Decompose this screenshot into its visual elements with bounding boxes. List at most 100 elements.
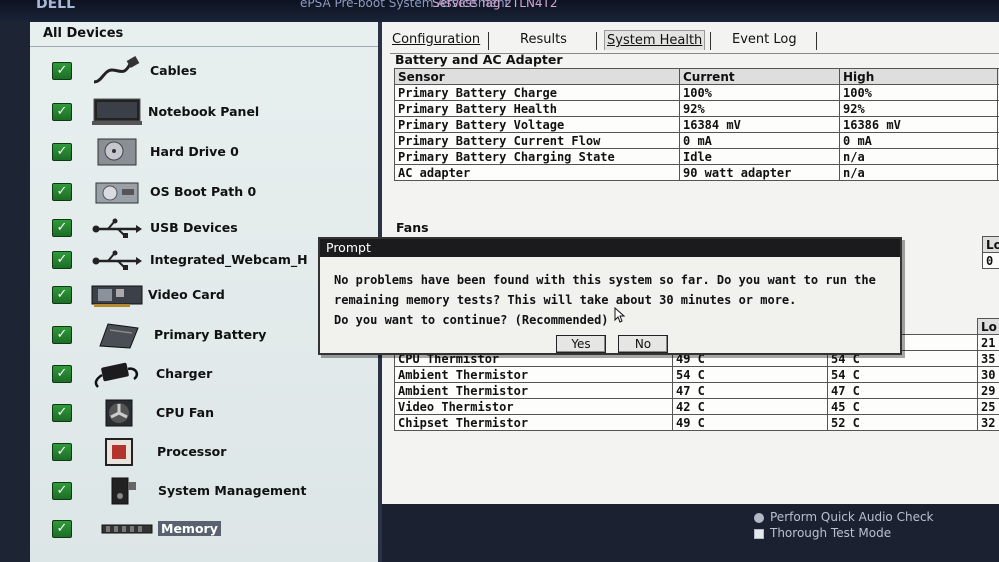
mouse-cursor-icon: [614, 307, 626, 323]
all-devices-heading[interactable]: All Devices: [43, 26, 123, 41]
column-header: Current: [679, 68, 840, 85]
table-cell: 45 C: [827, 398, 978, 415]
device-label: USB Devices: [150, 220, 238, 235]
divider: [30, 46, 378, 47]
device-item-os-boot-path[interactable]: ✓ OS Boot Path 0: [30, 175, 375, 211]
table-cell: 100%: [679, 84, 840, 101]
device-label: Charger: [156, 366, 213, 381]
fan-icon: [105, 399, 133, 427]
processor-icon: [105, 438, 133, 466]
column-header: Lo: [977, 318, 999, 335]
table-cell: 21: [977, 334, 999, 351]
device-item-cpu-fan[interactable]: ✓ CPU Fan: [30, 396, 375, 432]
table-cell: n/a: [839, 148, 998, 165]
device-label: Primary Battery: [154, 327, 267, 342]
table-cell: n/a: [839, 164, 998, 181]
video-card-icon: [91, 285, 143, 307]
device-label: Memory: [158, 521, 221, 536]
check-icon: ✓: [52, 143, 72, 161]
check-icon: ✓: [52, 62, 72, 80]
device-item-notebook-panel[interactable]: ✓ Notebook Panel: [30, 95, 375, 131]
table-row: Ambient Thermistor 54 C 54 C 30: [394, 366, 999, 383]
prompt-message-line-2: remaining memory tests? This will take a…: [334, 293, 797, 307]
table-cell: Primary Battery Current Flow: [394, 132, 680, 149]
table-cell: 42 C: [672, 398, 828, 415]
usb-icon: [92, 218, 142, 238]
tab-separator: [710, 32, 711, 50]
battery-section-title: Battery and AC Adapter: [395, 52, 563, 67]
cable-icon: [93, 56, 140, 84]
battery-icon: [99, 323, 139, 349]
table-cell: 54 C: [672, 366, 828, 383]
tab-configuration[interactable]: Configuration: [390, 30, 482, 50]
fans-table: Lo 0: [982, 236, 999, 269]
table-cell: Idle: [679, 148, 840, 165]
column-header: High: [839, 68, 998, 85]
table-cell: 25: [977, 398, 999, 415]
check-icon: ✓: [52, 520, 72, 538]
device-label: Video Card: [148, 287, 225, 302]
table-row: 0: [982, 252, 999, 269]
service-tag: Service Tag 2TLN4T2: [432, 0, 558, 10]
device-label: Integrated_Webcam_H: [150, 252, 308, 267]
table-row: Video Thermistor 42 C 45 C 25: [394, 398, 999, 415]
table-cell: 47 C: [827, 382, 978, 399]
table-cell: 0 mA: [839, 132, 998, 149]
device-item-charger[interactable]: ✓ Charger: [30, 357, 375, 393]
tab-separator: [596, 32, 597, 50]
prompt-dialog: Prompt No problems have been found with …: [318, 237, 902, 355]
thorough-mode-label: Thorough Test Mode: [770, 526, 892, 540]
hard-drive-icon: [97, 138, 137, 166]
column-header: Sensor: [394, 68, 680, 85]
table-cell: 47 C: [672, 382, 828, 399]
table-cell: Primary Battery Charging State: [394, 148, 680, 165]
table-cell: 32: [977, 414, 999, 431]
tab-event-log[interactable]: Event Log: [730, 30, 799, 50]
table-cell: Primary Battery Voltage: [394, 116, 680, 133]
device-label: Cables: [150, 63, 197, 78]
table-cell: AC adapter: [394, 164, 680, 181]
title-bar: DELL ePSA Pre-boot System Assessment Ser…: [0, 0, 999, 22]
quick-audio-option[interactable]: Perform Quick Audio Check: [754, 510, 934, 524]
table-cell: 0: [982, 252, 999, 269]
table-cell: 92%: [679, 100, 840, 117]
check-icon: ✓: [52, 365, 72, 383]
device-item-cables[interactable]: ✓ Cables: [30, 54, 375, 90]
check-icon: ✓: [52, 443, 72, 461]
no-button[interactable]: No: [618, 335, 668, 353]
table-header-row: Sensor Current High L: [394, 68, 999, 85]
device-label: Processor: [157, 444, 227, 459]
table-row: Primary Battery Charge 100% 100% 9: [394, 84, 999, 101]
table-cell: Ambient Thermistor: [394, 366, 673, 383]
checkbox-icon[interactable]: [754, 528, 764, 539]
check-icon: ✓: [52, 219, 72, 237]
disk-drive-icon: [95, 182, 139, 204]
device-label: Notebook Panel: [148, 104, 260, 119]
table-row: Primary Battery Charging State Idle n/a …: [394, 148, 999, 165]
table-cell: 52 C: [827, 414, 978, 431]
charger-icon: [94, 362, 139, 388]
device-item-hard-drive[interactable]: ✓ Hard Drive 0: [30, 135, 375, 171]
table-cell: 30: [977, 366, 999, 383]
table-cell: 100%: [839, 84, 998, 101]
device-item-memory[interactable]: ✓ Memory: [30, 512, 375, 548]
thorough-mode-option[interactable]: Thorough Test Mode: [754, 526, 891, 540]
table-cell: 35: [977, 350, 999, 367]
tab-system-health[interactable]: System Health: [604, 30, 706, 50]
device-item-system-management[interactable]: ✓ System Management: [30, 474, 375, 510]
check-icon: ✓: [52, 103, 72, 121]
options-strip: Perform Quick Audio Check Thorough Test …: [382, 504, 999, 562]
radio-icon[interactable]: [754, 512, 764, 523]
table-row: Primary Battery Health 92% 92% 9: [394, 100, 999, 117]
check-icon: ✓: [52, 404, 72, 422]
tab-bar: Configuration Results System Health Even…: [382, 26, 999, 54]
column-header: Lo: [982, 236, 999, 253]
check-icon: ✓: [52, 326, 72, 344]
table-row: Ambient Thermistor 47 C 47 C 29: [394, 382, 999, 399]
tab-results[interactable]: Results: [518, 30, 569, 50]
table-cell: 16386 mV: [839, 116, 998, 133]
table-row: Primary Battery Voltage 16384 mV 16386 m…: [394, 116, 999, 133]
device-label: CPU Fan: [156, 405, 214, 420]
device-item-processor[interactable]: ✓ Processor: [30, 435, 375, 471]
yes-button[interactable]: Yes: [556, 335, 606, 353]
